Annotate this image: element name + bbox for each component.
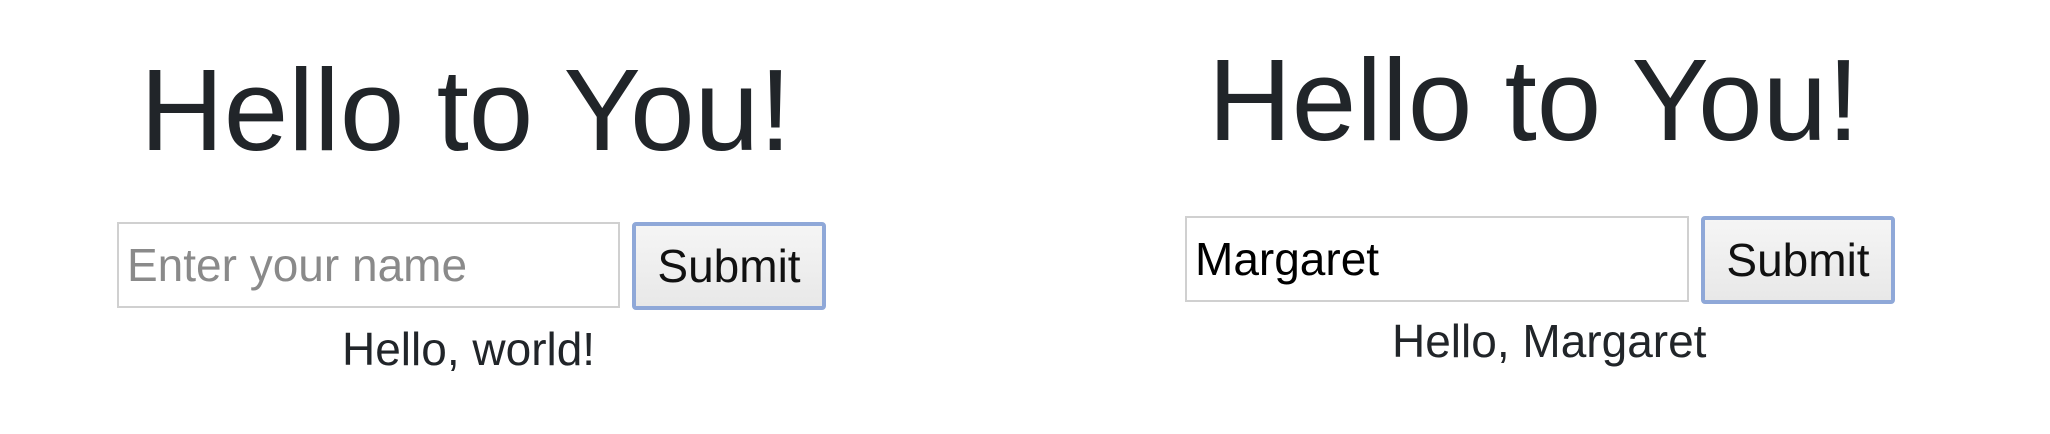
greeting-text: Hello, world!	[342, 323, 596, 375]
greeting-text: Hello, Margaret	[1392, 315, 1707, 367]
submit-button[interactable]: Submit	[632, 222, 826, 310]
name-input[interactable]	[117, 222, 620, 308]
name-input[interactable]	[1185, 216, 1689, 302]
app-panel-initial: Hello to You! Submit Hello, world!	[0, 0, 960, 434]
app-panel-submitted: Hello to You! Submit Hello, Margaret	[1070, 0, 2030, 434]
submit-button[interactable]: Submit	[1701, 216, 1895, 304]
page-title: Hello to You!	[1208, 35, 1860, 165]
page-title: Hello to You!	[140, 45, 792, 175]
